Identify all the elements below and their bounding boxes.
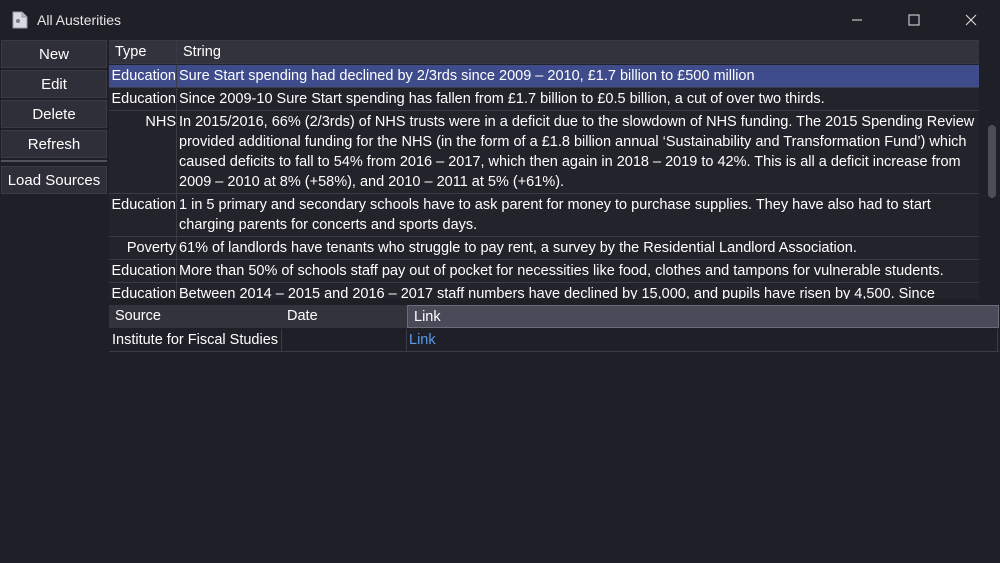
table-row[interactable]: NHS In 2015/2016, 66% (2/3rds) of NHS tr… <box>109 111 979 194</box>
austerities-table[interactable]: Type String Education Sure Start spendin… <box>109 40 979 299</box>
column-header-string[interactable]: String <box>179 41 979 62</box>
cell-string: In 2015/2016, 66% (2/3rds) of NHS trusts… <box>179 114 975 190</box>
table-row[interactable]: Education Between 2014 – 2015 and 2016 –… <box>109 283 979 299</box>
title-bar: All Austerities <box>0 0 1000 40</box>
sources-table[interactable]: Source Date Link Institute for Fiscal St… <box>109 305 999 353</box>
table-row[interactable]: Education Since 2009-10 Sure Start spend… <box>109 88 979 111</box>
edit-button[interactable]: Edit <box>1 70 107 98</box>
close-icon <box>965 14 977 26</box>
cell-string: Since 2009-10 Sure Start spending has fa… <box>179 91 825 107</box>
load-sources-button[interactable]: Load Sources <box>1 166 107 194</box>
cell-string: 61% of landlords have tenants who strugg… <box>179 240 857 256</box>
sources-table-row[interactable]: Institute for Fiscal Studies Link <box>109 329 999 352</box>
cell-source: Institute for Fiscal Studies <box>109 329 282 351</box>
maximize-button[interactable] <box>885 0 943 40</box>
new-button[interactable]: New <box>1 40 107 68</box>
cell-type: Education <box>109 194 177 236</box>
cell-string: 1 in 5 primary and secondary schools hav… <box>179 197 931 233</box>
cell-string: Sure Start spending had declined by 2/3r… <box>179 68 755 84</box>
minimize-icon <box>851 14 863 26</box>
table-header: Type String <box>109 41 979 64</box>
sources-table-header: Source Date Link <box>109 305 999 328</box>
cell-type: Education <box>109 260 177 282</box>
app-window-icon <box>12 11 28 29</box>
cell-date <box>282 329 407 351</box>
sidebar-divider <box>1 160 107 162</box>
source-link[interactable]: Link <box>409 332 436 348</box>
cell-type: Education <box>109 88 177 110</box>
delete-button[interactable]: Delete <box>1 100 107 128</box>
table-row[interactable]: Education More than 50% of schools staff… <box>109 260 979 283</box>
cell-type: Education <box>109 283 177 299</box>
column-header-source[interactable]: Source <box>109 305 284 328</box>
window-title: All Austerities <box>37 12 122 28</box>
cell-type: Education <box>109 65 177 87</box>
table-row[interactable]: Education 1 in 5 primary and secondary s… <box>109 194 979 237</box>
cell-string: More than 50% of schools staff pay out o… <box>179 263 944 279</box>
cell-type: NHS <box>109 111 177 193</box>
table-row[interactable]: Poverty 61% of landlords have tenants wh… <box>109 237 979 260</box>
minimize-button[interactable] <box>828 0 886 40</box>
cell-string: Between 2014 – 2015 and 2016 – 2017 staf… <box>179 286 935 299</box>
column-header-date[interactable]: Date <box>281 305 407 328</box>
close-button[interactable] <box>942 0 1000 40</box>
column-header-type[interactable]: Type <box>109 41 177 63</box>
column-header-link[interactable]: Link <box>407 305 999 328</box>
refresh-button[interactable]: Refresh <box>1 130 107 158</box>
cell-type: Poverty <box>109 237 177 259</box>
scrollbar-thumb[interactable] <box>988 125 996 198</box>
maximize-icon <box>908 14 920 26</box>
cell-link: Link <box>406 329 998 351</box>
table-row[interactable]: Education Sure Start spending had declin… <box>109 65 979 88</box>
